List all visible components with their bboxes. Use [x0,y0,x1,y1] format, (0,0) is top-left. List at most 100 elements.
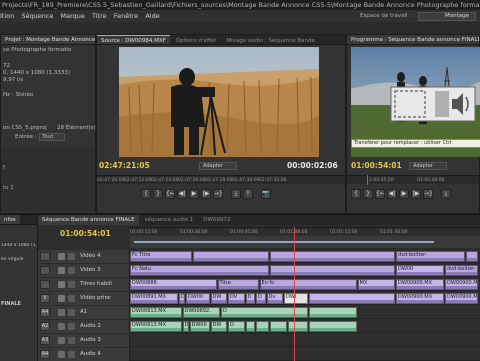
mark-in-button[interactable]: { [351,189,361,199]
tab-source[interactable]: Source : DW00984.MXF [97,35,170,44]
video-clip[interactable]: En fo [259,279,357,290]
lift-button[interactable]: ⤓ [441,189,451,199]
track-header[interactable]: A2 Audio 2 [38,320,130,333]
timeline-track[interactable]: A4 A1 DW00913.MX DW00892. D [38,306,480,319]
video-clip[interactable]: DW00900.MX [445,279,478,290]
eye-icon[interactable] [58,253,65,260]
video-clip[interactable]: DW00900.MX [396,293,444,304]
speaker-icon[interactable] [58,351,65,358]
track-target-label[interactable] [40,266,50,275]
track-target-label[interactable] [40,252,50,261]
video-clip[interactable] [270,251,395,262]
track-target-label[interactable]: A2 [40,322,50,331]
source-video-frame[interactable] [119,47,319,157]
video-clip[interactable]: Titre [217,279,259,290]
program-playhead[interactable] [367,175,368,185]
audio-clip[interactable]: DW00913.MX [130,321,182,332]
step-back-button[interactable]: ◀| [387,189,397,199]
step-forward-button[interactable]: |▶ [201,189,211,199]
audio-clip[interactable]: DW [210,321,227,332]
lock-icon[interactable] [68,309,75,316]
program-fit-dropdown[interactable]: Adapter [409,162,447,170]
video-clip[interactable]: DW00891.MX [130,293,178,304]
menu-edition[interactable]: ition [0,10,14,22]
video-clip[interactable]: DW00900.MX [396,279,444,290]
track-header[interactable]: Vidéo 3 [38,264,130,277]
entry-dropdown[interactable]: Tout [39,133,65,141]
play-button[interactable]: ▶ [399,189,409,199]
step-back-button[interactable]: ◀| [177,189,187,199]
lock-icon[interactable] [68,337,75,344]
mark-out-button[interactable]: } [153,189,163,199]
video-clip[interactable] [270,265,395,276]
lock-icon[interactable] [68,323,75,330]
tab-audio-mixer[interactable]: Mixage audio : Séquence Bande [222,36,319,44]
menu-marque[interactable]: Marque [60,10,84,22]
track-target-label[interactable]: V [40,294,50,303]
timeline-playhead[interactable] [294,227,295,361]
track-target-label[interactable] [40,280,50,289]
mark-out-button[interactable]: } [363,189,373,199]
video-clip[interactable]: D [179,293,185,304]
lock-icon[interactable] [68,295,75,302]
insert-button[interactable]: ⤓ [231,189,241,199]
audio-clip[interactable] [308,307,357,318]
timeline-track[interactable]: A2 Audio 2 DW00913.MX D DW00 DW D [38,320,480,333]
lock-icon[interactable] [68,267,75,274]
video-clip[interactable]: DW [210,293,227,304]
timeline-track[interactable]: Vidéo 4 Fc Titre dvd-boitier- [38,250,480,263]
video-clip[interactable]: Dv [266,293,283,304]
eye-icon[interactable] [58,281,65,288]
tab-project[interactable]: Projet : Montage Bande Annonce Photograp… [1,35,95,44]
lock-icon[interactable] [68,253,75,260]
track-header[interactable]: A4 A1 [38,306,130,319]
tab-sequence-audio[interactable]: séquence audio 1 [141,215,198,225]
work-area-range[interactable] [134,241,434,243]
video-clip[interactable]: dvd-boitier- [396,251,465,262]
speaker-icon[interactable] [58,337,65,344]
play-button[interactable]: ▶ [189,189,199,199]
timeline-timecode[interactable]: 01:00:54:01 [60,229,111,238]
eye-icon[interactable] [58,295,65,302]
audio-clip[interactable]: DW00 [189,321,210,332]
track-header[interactable]: V Vidéo princ [38,292,130,305]
track-target-label[interactable]: A4 [40,350,50,359]
menu-sequence[interactable]: Séquence [21,10,53,22]
video-clip[interactable]: D [245,293,255,304]
audio-clip[interactable] [256,321,269,332]
track-target-label[interactable]: A4 [40,308,50,317]
mark-in-button[interactable]: { [141,189,151,199]
video-clip[interactable]: DW00 [186,293,210,304]
list-item[interactable]: to 1 [3,185,14,191]
video-clip[interactable]: DW00888. [130,279,217,290]
menu-fenetre[interactable]: Fenêtre [114,10,139,22]
video-clip[interactable]: DV [228,293,245,304]
timeline-track[interactable]: A3 Audio 3 [38,334,480,347]
video-clip[interactable]: dvd-boitier- [445,265,478,276]
video-clip[interactable]: DW00900.MX [445,293,478,304]
audio-clip[interactable]: DW00913.MX [130,307,182,318]
video-clip[interactable]: MX [357,279,395,290]
tab-program[interactable]: Programme : Séquence Bande annonce FINAL… [347,35,479,44]
source-time-ruler[interactable]: 02:47:20:0002:47:22:0002:47:24:0002:47:2… [97,175,345,184]
go-to-out-button[interactable]: →} [213,189,223,199]
workspace-dropdown[interactable]: Montage [418,12,476,21]
audio-clip[interactable] [270,321,287,332]
source-timecode[interactable]: 02:47:21:05 [99,161,150,170]
lock-icon[interactable] [68,281,75,288]
audio-clip[interactable]: D [228,321,245,332]
video-clip[interactable] [308,293,395,304]
overwrite-button[interactable]: ⤒ [243,189,253,199]
audio-clip[interactable] [287,321,308,332]
track-header[interactable]: Titres habill [38,278,130,291]
list-item[interactable]: f [3,165,5,171]
track-header[interactable]: Vidéo 4 [38,250,130,263]
eye-icon[interactable] [58,267,65,274]
source-fit-dropdown[interactable]: Adapter [199,162,237,170]
menu-aide[interactable]: Aide [145,10,159,22]
go-to-out-button[interactable]: →} [423,189,433,199]
audio-clip[interactable]: DW00892. [182,307,220,318]
video-clip[interactable]: DWI [284,293,308,304]
timeline-track[interactable]: Titres habill DW00888. Titre En fo MX DW00900… [38,278,480,291]
video-clip[interactable] [193,251,269,262]
